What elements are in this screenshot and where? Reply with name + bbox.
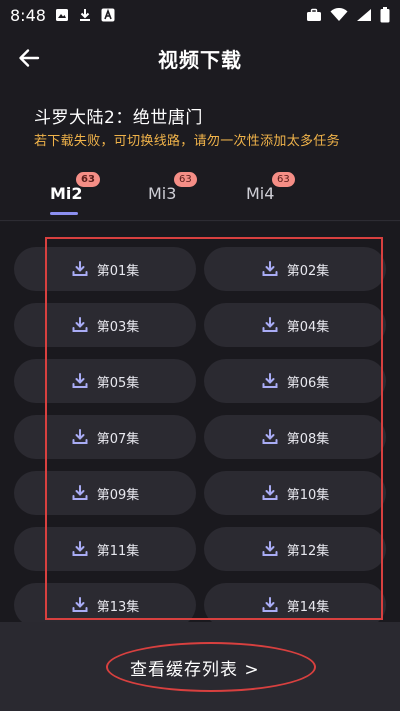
status-bar: 8:48 <box>0 0 400 30</box>
download-icon <box>78 8 92 22</box>
episode-label: 第01集 <box>96 263 140 279</box>
tab-badge: 63 <box>76 172 100 187</box>
episode-button[interactable]: 第04集 <box>204 303 386 347</box>
episode-button[interactable]: 第14集 <box>204 583 386 622</box>
episode-grid: 第01集 第02集 第03集 第04集 第05集 第06集 第07集 第08集 … <box>0 222 400 622</box>
tab-label: Mi4 <box>246 184 275 203</box>
download-icon <box>71 372 89 390</box>
episode-button[interactable]: 第11集 <box>14 527 196 571</box>
download-icon <box>71 596 89 614</box>
tab-badge: 63 <box>272 172 295 187</box>
tab-mi3[interactable]: Mi3 63 <box>148 172 197 203</box>
episode-button[interactable]: 第06集 <box>204 359 386 403</box>
episode-label: 第03集 <box>96 319 140 335</box>
episode-label: 第11集 <box>96 543 140 559</box>
episode-label: 第14集 <box>286 599 330 615</box>
download-icon <box>261 596 279 614</box>
download-notice: 若下载失败，可切换线路，请勿一次性添加太多任务 <box>34 134 340 149</box>
episode-label: 第02集 <box>286 263 330 279</box>
download-icon <box>261 316 279 334</box>
episode-label: 第08集 <box>286 431 330 447</box>
image-icon <box>55 8 69 22</box>
episode-label: 第07集 <box>96 431 140 447</box>
app-header: 视频下载 <box>0 38 400 78</box>
download-icon <box>261 372 279 390</box>
source-tabs: Mi2 63 Mi3 63 Mi4 63 <box>0 170 400 222</box>
episode-button[interactable]: 第09集 <box>14 471 196 515</box>
episode-label: 第04集 <box>286 319 330 335</box>
tab-mi4[interactable]: Mi4 63 <box>246 172 295 203</box>
episode-label: 第06集 <box>286 375 330 391</box>
tab-badge: 63 <box>174 172 197 187</box>
download-icon <box>261 428 279 446</box>
episode-label: 第05集 <box>96 375 140 391</box>
episode-button[interactable]: 第05集 <box>14 359 196 403</box>
episode-label: 第12集 <box>286 543 330 559</box>
download-icon <box>261 260 279 278</box>
briefcase-icon <box>306 8 322 22</box>
download-icon <box>71 316 89 334</box>
episode-button[interactable]: 第13集 <box>14 583 196 622</box>
download-icon <box>261 540 279 558</box>
download-icon <box>71 428 89 446</box>
status-time: 8:48 <box>10 5 46 25</box>
tab-label: Mi2 <box>50 184 83 203</box>
tab-mi2[interactable]: Mi2 63 <box>50 172 100 215</box>
wifi-icon <box>330 8 348 22</box>
episode-button[interactable]: 第01集 <box>14 247 196 291</box>
app-a-icon <box>101 8 115 22</box>
episode-label: 第13集 <box>96 599 140 615</box>
download-icon <box>71 260 89 278</box>
signal-icon <box>356 8 372 22</box>
page-title: 视频下载 <box>158 47 242 72</box>
episode-button[interactable]: 第07集 <box>14 415 196 459</box>
episode-button[interactable]: 第12集 <box>204 527 386 571</box>
download-icon <box>71 540 89 558</box>
episode-label: 第09集 <box>96 487 140 503</box>
tab-label: Mi3 <box>148 184 177 203</box>
episode-button[interactable]: 第02集 <box>204 247 386 291</box>
view-cache-list-link[interactable]: 查看缓存列表 > <box>130 655 260 680</box>
tabs-divider <box>0 220 400 221</box>
episode-button[interactable]: 第08集 <box>204 415 386 459</box>
show-title: 斗罗大陆2：绝世唐门 <box>34 108 203 128</box>
episode-label: 第10集 <box>286 487 330 503</box>
episode-button[interactable]: 第10集 <box>204 471 386 515</box>
download-icon <box>71 484 89 502</box>
back-arrow-icon[interactable] <box>18 46 44 70</box>
active-tab-indicator <box>50 212 78 215</box>
battery-icon <box>380 7 390 23</box>
download-icon <box>261 484 279 502</box>
episode-button[interactable]: 第03集 <box>14 303 196 347</box>
